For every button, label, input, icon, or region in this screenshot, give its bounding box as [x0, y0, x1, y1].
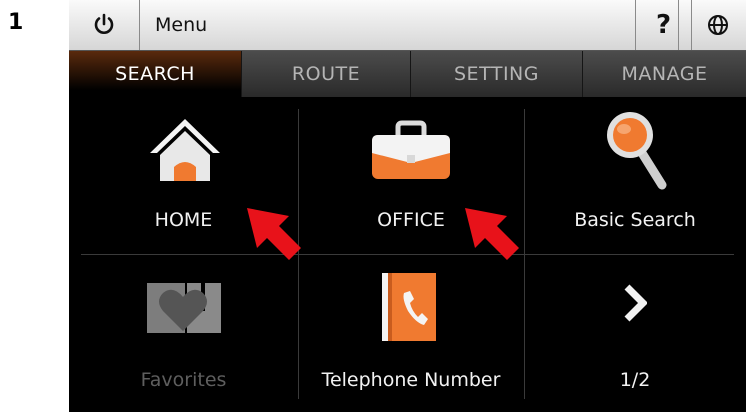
magnifier-icon	[607, 112, 667, 190]
favorites-heart-icon	[147, 283, 221, 333]
help-button[interactable]: ?	[635, 0, 692, 50]
search-menu-grid: HOME OFFICE Basic Search Favorites Telep…	[69, 97, 746, 412]
power-button[interactable]	[69, 0, 140, 50]
telephone-number-label: Telephone Number	[321, 369, 501, 391]
page-indicator: 1/2	[619, 369, 651, 391]
globe-icon	[708, 15, 728, 35]
step-number: 1	[8, 10, 24, 35]
arrow-pointer-icon	[247, 208, 301, 260]
briefcase-icon	[372, 120, 450, 179]
basic-search-item[interactable]: Basic Search	[524, 97, 746, 254]
arrow-pointer-icon	[465, 208, 519, 260]
favorites-item[interactable]: Favorites	[69, 255, 298, 412]
basic-search-label: Basic Search	[574, 209, 696, 231]
tab-search[interactable]: SEARCH	[69, 51, 241, 97]
tab-bar: SEARCH ROUTE SETTING MANAGE	[69, 51, 746, 97]
telephone-number-item[interactable]: Telephone Number	[298, 255, 524, 412]
chevron-right-icon	[624, 284, 647, 322]
power-icon	[94, 13, 114, 34]
tab-route[interactable]: ROUTE	[241, 51, 410, 97]
top-bar: Menu ?	[69, 0, 746, 51]
tab-manage[interactable]: MANAGE	[582, 51, 746, 97]
home-icon	[150, 119, 220, 181]
phone-book-icon	[382, 273, 436, 341]
tab-setting[interactable]: SETTING	[410, 51, 582, 97]
favorites-label: Favorites	[140, 369, 227, 391]
language-button[interactable]	[690, 0, 746, 50]
next-page-button[interactable]: 1/2	[524, 255, 746, 412]
nav-screen: Menu ? SEARCH ROUTE SETTING MANAGE HOME …	[69, 0, 746, 412]
menu-button[interactable]: Menu	[139, 0, 679, 50]
